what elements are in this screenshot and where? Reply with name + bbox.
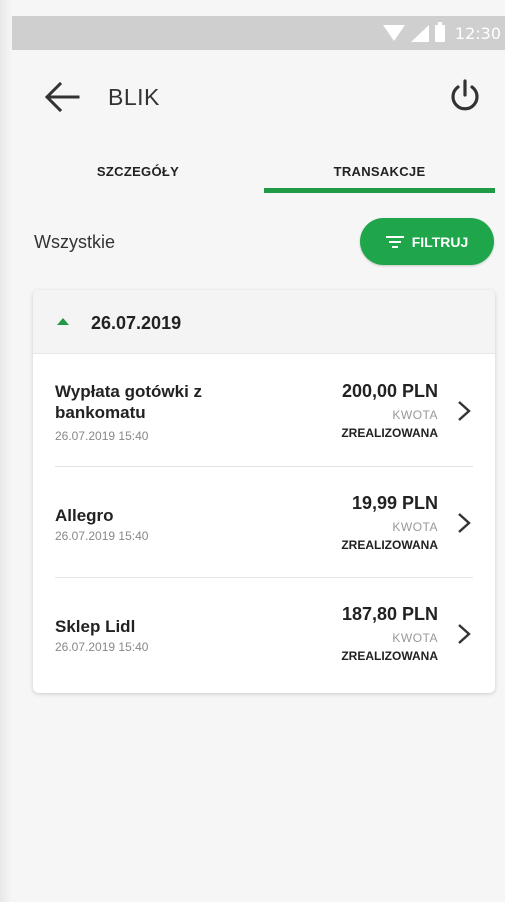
- app-screen: 12:30 BLIK SZCZEGÓŁY TRANSAKCJE Wszystki…: [0, 0, 505, 902]
- transaction-name: Allegro: [55, 506, 114, 525]
- arrow-left-icon: [44, 81, 80, 113]
- transaction-amount: 19,99 PLN: [351, 493, 438, 513]
- signal-icon: [410, 24, 429, 42]
- filter-icon: [385, 235, 404, 248]
- transaction-datetime: 26.07.2019 15:40: [55, 640, 149, 654]
- group-date: 26.07.2019: [91, 313, 182, 333]
- page-title: BLIK: [108, 84, 160, 110]
- status-time: 12:30: [454, 23, 501, 43]
- tab-bar: SZCZEGÓŁY TRANSAKCJE: [12, 145, 505, 197]
- wifi-icon: [382, 25, 405, 41]
- filter-row: Wszystkie FILTRUJ: [12, 215, 505, 271]
- chevron-right-icon: [458, 513, 471, 533]
- transaction-status: ZREALIZOWANA: [341, 538, 438, 552]
- transactions-card: 26.07.2019 Wypłata gotówki z bankomatu 2…: [33, 290, 495, 693]
- filter-current-label: Wszystkie: [34, 232, 115, 252]
- transaction-status: ZREALIZOWANA: [341, 426, 438, 440]
- transaction-amount: 200,00 PLN: [341, 381, 438, 401]
- active-tab-indicator: [264, 188, 495, 193]
- transaction-status: ZREALIZOWANA: [341, 649, 438, 663]
- device-frame: [0, 0, 12, 902]
- filter-button[interactable]: FILTRUJ: [360, 218, 494, 265]
- transaction-name: Wypłata gotówki z bankomatu: [55, 382, 203, 422]
- app-toolbar: BLIK: [12, 50, 505, 145]
- tab-details[interactable]: SZCZEGÓŁY: [12, 145, 264, 197]
- date-group-header[interactable]: 26.07.2019: [33, 290, 495, 354]
- transaction-datetime: 26.07.2019 15:40: [55, 429, 149, 443]
- amount-label: KWOTA: [392, 520, 438, 534]
- transaction-row[interactable]: Allegro 26.07.2019 15:40 19,99 PLN KWOTA…: [33, 467, 495, 577]
- transaction-row[interactable]: Wypłata gotówki z bankomatu 26.07.2019 1…: [33, 355, 495, 465]
- back-button[interactable]: [44, 80, 80, 114]
- chevron-right-icon: [458, 624, 471, 644]
- transaction-amount: 187,80 PLN: [341, 604, 438, 624]
- filter-button-label: FILTRUJ: [411, 233, 469, 250]
- transaction-name: Sklep Lidl: [55, 617, 136, 636]
- battery-icon: [434, 21, 445, 42]
- amount-label: KWOTA: [392, 631, 438, 645]
- transaction-datetime: 26.07.2019 15:40: [55, 529, 149, 543]
- logout-button[interactable]: [447, 78, 483, 114]
- power-icon: [451, 79, 479, 111]
- collapse-caret-icon: [57, 318, 69, 325]
- amount-label: KWOTA: [392, 408, 438, 422]
- transaction-row[interactable]: Sklep Lidl 26.07.2019 15:40 187,80 PLN K…: [33, 578, 495, 688]
- status-bar: 12:30: [12, 16, 505, 50]
- chevron-right-icon: [458, 401, 471, 421]
